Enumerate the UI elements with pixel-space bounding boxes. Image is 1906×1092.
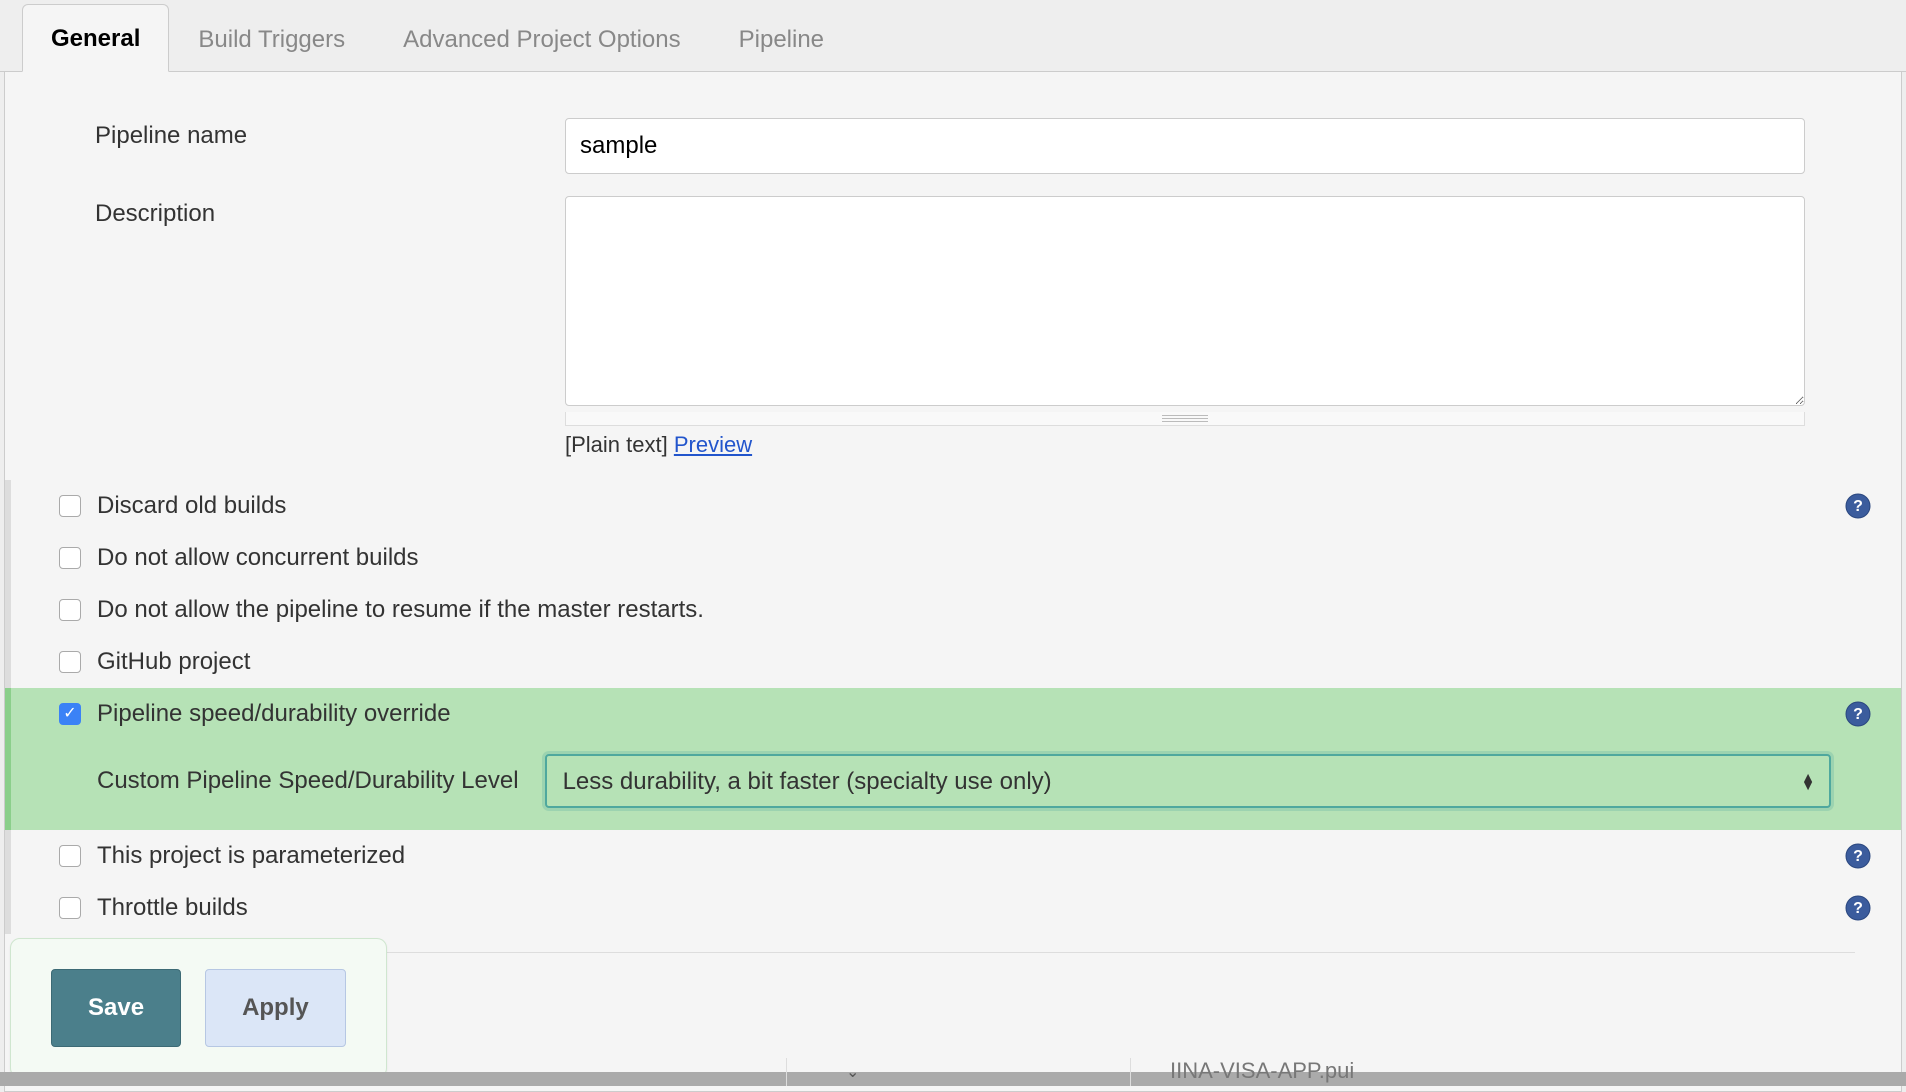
help-icon[interactable]: ?: [1845, 895, 1871, 921]
window-bottom-strip: [0, 1072, 1906, 1086]
config-page: General Build Triggers Advanced Project …: [0, 0, 1906, 1092]
action-bar: Save Apply: [10, 938, 387, 1078]
tab-advanced-project-options[interactable]: Advanced Project Options: [374, 5, 710, 72]
description-meta: [Plain text] Preview: [565, 432, 1831, 458]
save-button[interactable]: Save: [51, 969, 181, 1047]
checkbox-throttle[interactable]: [59, 897, 81, 919]
row-no-resume[interactable]: Do not allow the pipeline to resume if t…: [5, 584, 1901, 636]
apply-button[interactable]: Apply: [205, 969, 346, 1047]
tab-bar: General Build Triggers Advanced Project …: [0, 0, 1906, 72]
tab-build-triggers[interactable]: Build Triggers: [169, 5, 374, 72]
row-discard-old-builds[interactable]: Discard old builds ?: [5, 480, 1901, 532]
checkbox-github-project[interactable]: [59, 651, 81, 673]
label-github-project: GitHub project: [97, 648, 250, 676]
svg-text:?: ?: [1853, 706, 1863, 723]
label-parameterized: This project is parameterized: [97, 842, 405, 870]
label-no-resume: Do not allow the pipeline to resume if t…: [97, 596, 704, 624]
checkbox-no-resume[interactable]: [59, 599, 81, 621]
grip-icon: [1162, 414, 1208, 422]
row-no-concurrent[interactable]: Do not allow concurrent builds: [5, 532, 1901, 584]
row-speed-override[interactable]: Pipeline speed/durability override ?: [11, 688, 1901, 740]
pipeline-name-input[interactable]: [565, 118, 1805, 174]
tab-pipeline[interactable]: Pipeline: [710, 5, 853, 72]
label-no-concurrent: Do not allow concurrent builds: [97, 544, 419, 572]
svg-text:?: ?: [1853, 900, 1863, 917]
row-description: Description [Plain text] Preview: [5, 196, 1901, 458]
label-discard-old-builds: Discard old builds: [97, 492, 286, 520]
help-icon[interactable]: ?: [1845, 493, 1871, 519]
row-pipeline-name: Pipeline name: [5, 118, 1901, 174]
help-icon[interactable]: ?: [1845, 701, 1871, 727]
label-speed-override: Pipeline speed/durability override: [97, 700, 451, 728]
description-label: Description: [5, 196, 565, 228]
partial-filename-text: IINA-VISA-APP.pui: [1170, 1058, 1354, 1084]
chevron-down-icon: ⌄: [846, 1062, 859, 1082]
label-throttle: Throttle builds: [97, 894, 248, 922]
group-speed-override: Pipeline speed/durability override ? Cus…: [5, 688, 1901, 830]
svg-text:?: ?: [1853, 848, 1863, 865]
row-parameterized[interactable]: This project is parameterized ?: [5, 830, 1901, 882]
select-speed-level[interactable]: Less durability, a bit faster (specialty…: [545, 754, 1831, 808]
description-textarea[interactable]: [565, 196, 1805, 406]
pipeline-name-label: Pipeline name: [5, 118, 565, 150]
checkbox-parameterized[interactable]: [59, 845, 81, 867]
description-format-label: [Plain text]: [565, 432, 668, 457]
help-icon[interactable]: ?: [1845, 843, 1871, 869]
checkbox-speed-override[interactable]: [59, 703, 81, 725]
divider: [1130, 1058, 1131, 1086]
divider: [786, 1058, 787, 1086]
svg-text:?: ?: [1853, 498, 1863, 515]
checkbox-discard-old-builds[interactable]: [59, 495, 81, 517]
label-speed-level: Custom Pipeline Speed/Durability Level: [97, 767, 519, 795]
description-preview-link[interactable]: Preview: [674, 432, 752, 457]
tab-general[interactable]: General: [22, 4, 169, 72]
row-github-project[interactable]: GitHub project: [5, 636, 1901, 688]
checkbox-no-concurrent[interactable]: [59, 547, 81, 569]
textarea-resize-bar[interactable]: [565, 412, 1805, 426]
row-throttle[interactable]: Throttle builds ?: [5, 882, 1901, 934]
row-speed-level: Custom Pipeline Speed/Durability Level L…: [11, 740, 1901, 830]
